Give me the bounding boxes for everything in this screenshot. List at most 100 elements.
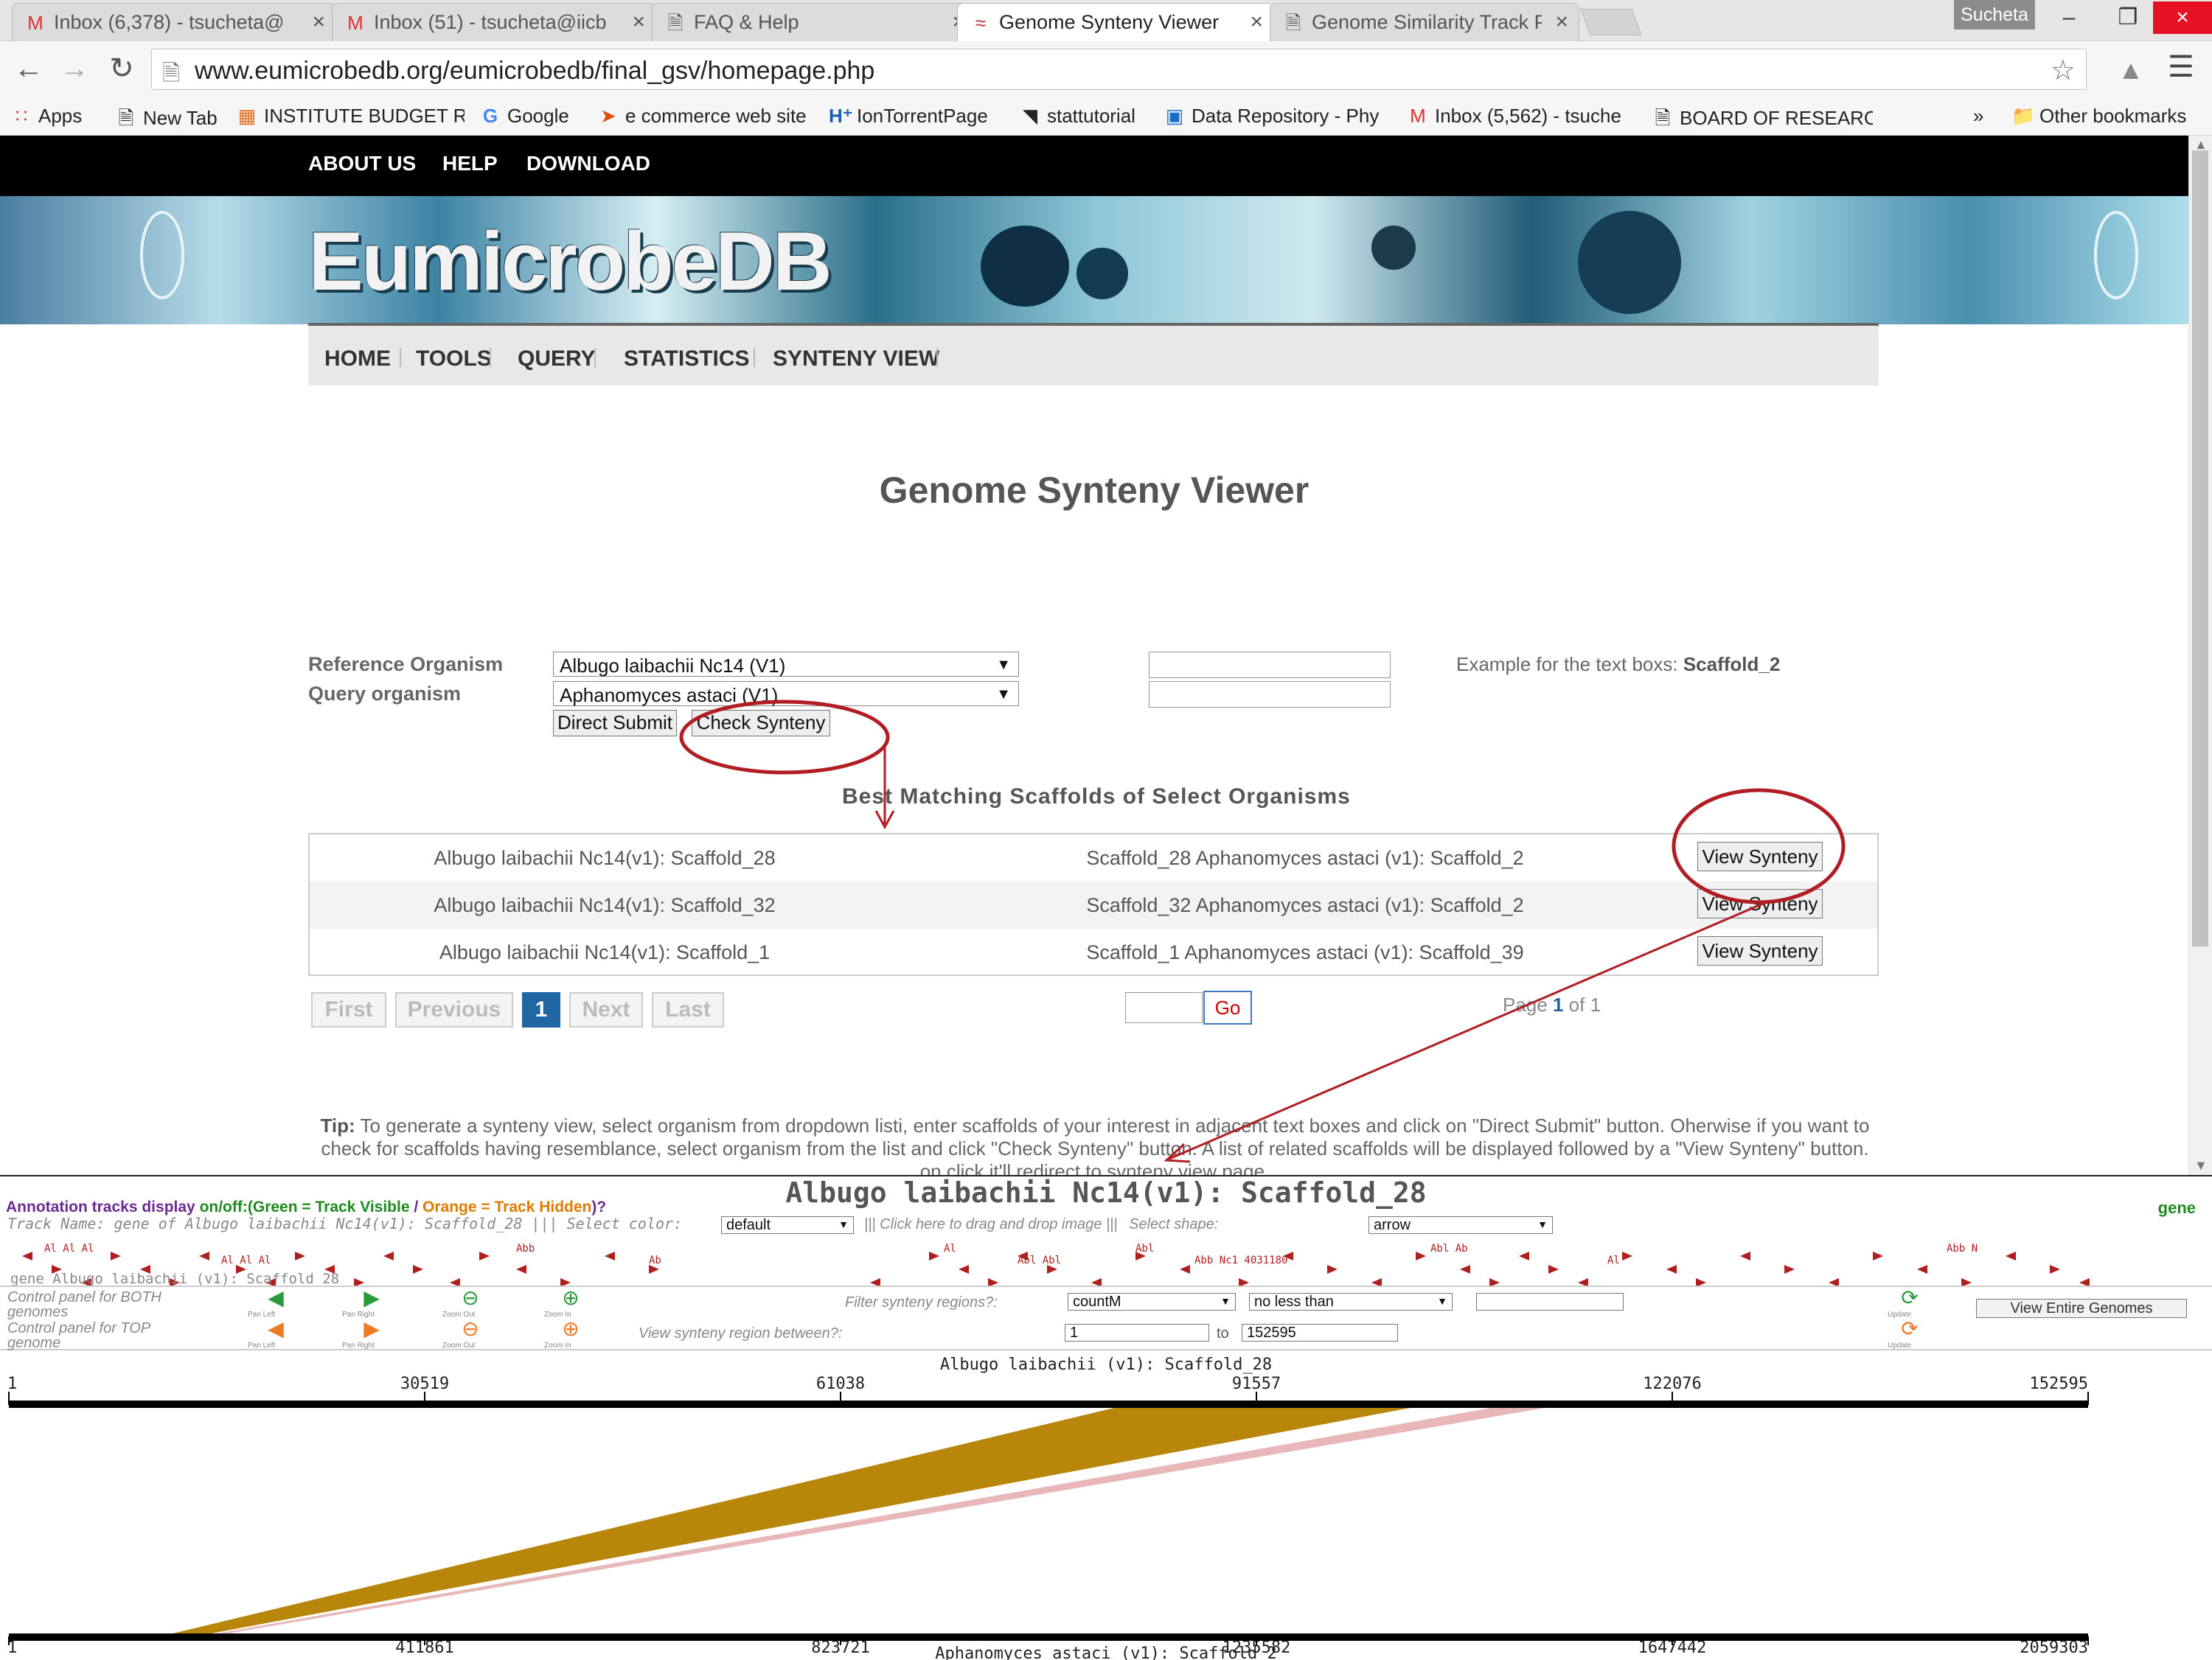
view-synteny-button[interactable]: View Synteny	[1697, 936, 1823, 966]
tab-genome-similarity-track[interactable]: 🗎 Genome Similarity Track P ×	[1270, 3, 1579, 41]
reload-icon[interactable]: ↻	[103, 50, 140, 87]
bookmark-ecommerce[interactable]: ➤ e commerce web site	[597, 105, 807, 128]
url-field[interactable]: 🗎 www.eumicrobedb.org/eumicrobedb/final_…	[151, 49, 2087, 90]
nav-help[interactable]: HELP	[442, 152, 498, 175]
zoom-out-top-icon[interactable]: ⊖	[456, 1318, 485, 1340]
pagination-previous[interactable]: Previous	[395, 992, 513, 1028]
reference-organism-select[interactable]: Albugo laibachii Nc14 (V1) ▼	[553, 652, 1019, 677]
back-icon[interactable]: ←	[10, 50, 47, 87]
range-label: View synteny region between?:	[639, 1325, 843, 1342]
tip-body: To generate a synteny view, select organ…	[321, 1115, 1870, 1182]
close-icon[interactable]: ×	[1250, 10, 1263, 35]
nav-home[interactable]: HOME	[324, 346, 391, 372]
pan-left-top-icon[interactable]: ◀	[261, 1318, 291, 1340]
dna-icon: ≈	[975, 12, 987, 34]
direct-submit-button[interactable]: Direct Submit	[553, 710, 677, 736]
synteny-plot: Albugo laibachii (v1): Scaffold_28Aphano…	[7, 1356, 2089, 1660]
bookmark-other[interactable]: 📁 Other bookmarks	[2011, 105, 2186, 128]
nav-download[interactable]: DOWNLOAD	[526, 152, 650, 175]
tab-genome-synteny-viewer[interactable]: ≈ Genome Synteny Viewer ×	[957, 3, 1274, 41]
filter-label: Filter synteny regions?:	[845, 1294, 998, 1311]
gene-arrow	[2006, 1252, 2016, 1260]
range-end-input[interactable]: 152595	[1242, 1324, 1398, 1342]
bookmark-iontorrent[interactable]: H⁺ IonTorrentPage	[829, 105, 988, 128]
filter-field-select[interactable]: countM ▼	[1068, 1293, 1236, 1311]
scroll-down-icon[interactable]: ▼	[2194, 1158, 2208, 1173]
gene-arrow	[1460, 1265, 1470, 1274]
pagination-last[interactable]: Last	[652, 992, 724, 1028]
gene-track-toggle[interactable]: gene	[2158, 1199, 2196, 1218]
reference-organism-value: Albugo laibachii Nc14 (V1)	[560, 655, 786, 677]
page-number-input[interactable]	[1125, 992, 1203, 1023]
dropdown-arrow-icon: ▼	[1537, 1218, 1548, 1230]
query-organism-select[interactable]: Aphanomyces astaci (V1) ▼	[553, 681, 1019, 706]
zoom-out-both-icon[interactable]: ⊖	[456, 1287, 485, 1309]
check-synteny-button[interactable]: Check Synteny	[692, 710, 830, 736]
close-icon[interactable]: ×	[632, 10, 645, 35]
filter-operator-select[interactable]: no less than ▼	[1249, 1293, 1453, 1311]
nav-tools[interactable]: TOOLS	[416, 346, 492, 372]
tab-label: Inbox (6,378) - tsucheta@	[54, 11, 285, 33]
page-scrollbar[interactable]: ▲ ▼	[2188, 136, 2212, 1175]
bookmarks-overflow-button[interactable]: »	[1973, 105, 1983, 128]
bookmark-board-of-research[interactable]: 🗎 BOARD OF RESEARCH	[1652, 105, 1873, 137]
view-synteny-button[interactable]: View Synteny	[1697, 889, 1823, 918]
window-close-icon[interactable]: ×	[2153, 1, 2212, 34]
zoom-in-top-icon[interactable]: ⊕	[556, 1318, 585, 1340]
page-icon: 🗎	[118, 107, 134, 129]
page-icon: 🗎	[1285, 12, 1301, 34]
site-logo[interactable]: EumicrobeDB	[308, 214, 832, 309]
view-synteny-button[interactable]: View Synteny	[1697, 842, 1823, 871]
results-heading: Best Matching Scaffolds of Select Organi…	[842, 784, 1351, 809]
zoom-in-both-icon[interactable]: ⊕	[556, 1287, 585, 1309]
top-tick-label: 1	[7, 1375, 17, 1393]
tab-inbox-1[interactable]: M Inbox (6,378) - tsucheta@ ×	[12, 3, 336, 41]
pagination-first[interactable]: First	[311, 992, 386, 1028]
scrollbar-thumb[interactable]	[2192, 150, 2208, 946]
bookmark-data-repository[interactable]: ▣ Data Repository - Phy	[1164, 105, 1385, 128]
filter-value-input[interactable]	[1476, 1293, 1624, 1311]
close-icon[interactable]: ×	[312, 10, 325, 35]
nav-synteny-view[interactable]: SYNTENY VIEW	[773, 346, 939, 372]
close-icon[interactable]: ×	[1555, 10, 1568, 35]
bookmark-institute-budget[interactable]: ▦ INSTITUTE BUDGET R	[236, 105, 465, 128]
pan-left-both-icon[interactable]: ◀	[261, 1287, 291, 1309]
menu-icon[interactable]: ☰	[2168, 50, 2194, 84]
go-button[interactable]: Go	[1203, 991, 1252, 1025]
query-scaffold-input[interactable]	[1149, 681, 1391, 708]
tab-inbox-2[interactable]: M Inbox (51) - tsucheta@iicb ×	[332, 3, 656, 41]
bookmark-inbox[interactable]: M Inbox (5,562) - tsuche	[1407, 105, 1628, 128]
pan-right-both-icon[interactable]: ▶	[357, 1287, 386, 1309]
restore-icon[interactable]: ❐	[2098, 1, 2157, 34]
bookmark-star-icon[interactable]: ☆	[2051, 54, 2076, 87]
nav-query[interactable]: QUERY	[518, 346, 596, 372]
bookmark-new-tab[interactable]: 🗎 New Tab	[115, 105, 218, 137]
gene-arrow	[1917, 1265, 1927, 1274]
nav-statistics[interactable]: STATISTICS	[624, 346, 750, 372]
gene-arrow	[605, 1252, 615, 1260]
update-both-icon[interactable]: ⟳	[1895, 1287, 1924, 1309]
view-entire-genomes-button[interactable]: View Entire Genomes	[1976, 1299, 2187, 1318]
annotation-toggle-line[interactable]: Annotation tracks display on/off:(Green …	[6, 1199, 606, 1216]
range-start-input[interactable]: 1	[1065, 1324, 1209, 1342]
profile-button[interactable]: Sucheta	[1954, 0, 2035, 29]
new-tab-button[interactable]	[1580, 9, 1642, 35]
tab-faq[interactable]: 🗎 FAQ & Help ×	[652, 3, 976, 41]
reference-scaffold-input[interactable]	[1149, 652, 1391, 678]
bookmark-apps[interactable]: ∷ Apps	[10, 105, 83, 128]
minimize-icon[interactable]: –	[2039, 1, 2098, 34]
bookmark-google[interactable]: G Google	[479, 105, 569, 128]
tab-label: Genome Synteny Viewer	[999, 11, 1220, 33]
nav-about-us[interactable]: ABOUT US	[308, 152, 416, 175]
pan-right-top-icon[interactable]: ▶	[357, 1318, 386, 1340]
forward-icon[interactable]: →	[56, 50, 93, 87]
reference-scaffold-cell: Albugo laibachii Nc14(v1): Scaffold_1	[439, 941, 771, 963]
extension-icon[interactable]: ▲	[2118, 55, 2144, 86]
pagination-next[interactable]: Next	[569, 992, 643, 1028]
pagination-current[interactable]: 1	[522, 992, 560, 1028]
bookmark-stattutorial[interactable]: ◥ stattutorial	[1019, 105, 1135, 128]
control-top-label: Control panel for TOP genome	[7, 1320, 150, 1351]
gene-tag-label: Ab	[649, 1255, 661, 1266]
update-top-icon[interactable]: ⟳	[1895, 1318, 1924, 1340]
url-text: www.eumicrobedb.org/eumicrobedb/final_gs…	[195, 57, 875, 85]
